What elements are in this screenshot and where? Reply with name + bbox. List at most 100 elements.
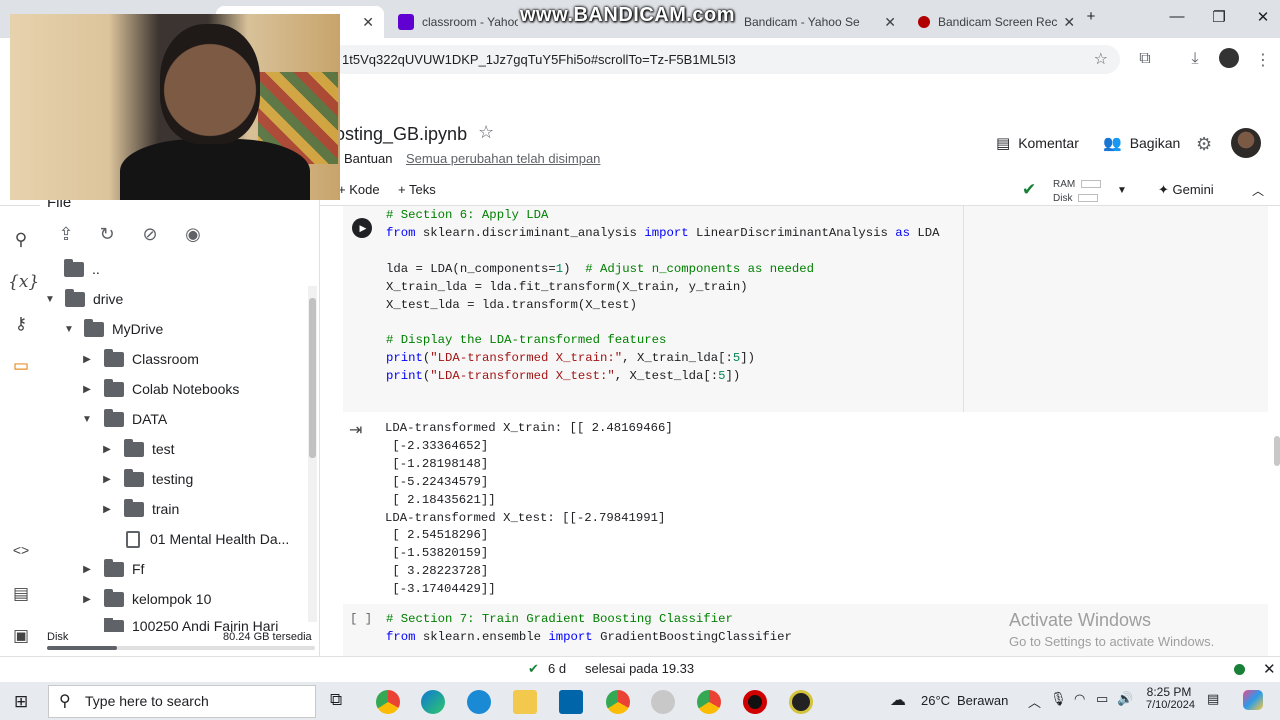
scrollbar-thumb[interactable] (309, 298, 316, 458)
notebook-title[interactable]: osting_GB.ipynb (335, 124, 467, 145)
tab-classroom-yahoo[interactable]: classroom - Yahoo Se (388, 6, 518, 38)
code-editor[interactable]: # Section 6: Apply LDA from sklearn.disc… (386, 207, 940, 386)
secrets-key-icon[interactable]: ⚷ (8, 314, 34, 334)
account-avatar[interactable] (1231, 128, 1261, 158)
tree-item-kelompok-10[interactable]: ▶ kelompok 10 (78, 584, 211, 614)
add-code-button[interactable]: + Kode (338, 182, 380, 197)
app-icon[interactable] (651, 690, 675, 714)
bookmark-star-icon[interactable]: ☆ (1094, 45, 1108, 74)
battery-icon[interactable]: ▭ (1096, 691, 1108, 707)
tree-item-data[interactable]: ▼ DATA (78, 404, 167, 434)
tree-item-ff[interactable]: ▶ Ff (78, 554, 144, 584)
share-button[interactable]: 👥 Bagikan (1103, 134, 1180, 152)
chrome-profile-app-icon[interactable] (697, 690, 721, 714)
settings-gear-icon[interactable]: ⚙ (1196, 134, 1212, 155)
chrome-active-app-icon[interactable] (606, 690, 630, 714)
tree-item-train[interactable]: ▶ train (98, 494, 179, 524)
close-status-icon[interactable]: ✕ (1263, 660, 1276, 678)
task-view-icon[interactable]: ⧉ (330, 690, 342, 710)
folder-icon (104, 558, 124, 577)
wifi-icon[interactable]: ◠ (1074, 691, 1085, 707)
minimize-icon[interactable]: — (1162, 8, 1192, 25)
show-hidden-icons-icon[interactable]: ︿ (1028, 692, 1041, 711)
person-face (160, 24, 260, 144)
tree-item-colab-notebooks[interactable]: ▶ Colab Notebooks (78, 374, 239, 404)
run-cell-play-icon[interactable]: ▶ (352, 218, 372, 238)
collapsed-arrow-icon[interactable]: ▶ (98, 504, 116, 515)
bandicam-app-icon[interactable] (743, 690, 767, 714)
taskbar-clock[interactable]: 8:25 PM 7/10/2024 (1146, 685, 1195, 711)
tree-item-test[interactable]: ▶ test (98, 434, 175, 464)
resource-monitor[interactable]: RAM Disk (1053, 178, 1102, 206)
close-window-icon[interactable]: ✕ (1248, 8, 1278, 26)
tree-item-parent[interactable]: .. (46, 254, 100, 284)
collapsed-arrow-icon[interactable]: ▶ (78, 354, 96, 365)
new-tab-icon[interactable]: + (1076, 8, 1106, 25)
code-snippets-icon[interactable]: <> (8, 542, 34, 558)
tab-bandicam-yahoo[interactable]: Bandicam - Yahoo Se ✕ (734, 6, 906, 38)
collapsed-arrow-icon[interactable]: ▶ (78, 564, 96, 575)
code-editor[interactable]: # Section 7: Train Gradient Boosting Cla… (386, 611, 792, 647)
expanded-arrow-icon[interactable]: ▼ (78, 414, 96, 425)
runtime-dropdown-icon[interactable]: ▼ (1117, 185, 1127, 196)
star-notebook-icon[interactable]: ☆ (478, 122, 494, 143)
code-cell-lda[interactable]: ▶ # Section 6: Apply LDA from sklearn.di… (343, 206, 1268, 412)
expanded-arrow-icon[interactable]: ▼ (41, 294, 59, 305)
tab-bandicam-screen-recorder[interactable]: Bandicam Screen Rec ✕ (908, 6, 1080, 38)
add-text-button[interactable]: + Teks (398, 182, 436, 197)
file-panel-scrollbar[interactable] (308, 286, 317, 622)
comment-button[interactable]: ▤ Komentar (996, 134, 1079, 152)
app-tray-icon[interactable] (1243, 690, 1263, 710)
profile-avatar[interactable] (1219, 48, 1239, 68)
weather-temperature[interactable]: 26°C (921, 693, 950, 708)
tree-item-drive[interactable]: ▼ drive (41, 284, 123, 314)
vscode-app-icon[interactable] (559, 690, 583, 714)
variables-icon[interactable]: {x} (8, 272, 39, 292)
maximize-icon[interactable]: ❐ (1204, 8, 1234, 26)
files-folder-icon[interactable]: ▭ (8, 356, 34, 376)
close-tab-icon[interactable]: ✕ (878, 14, 896, 31)
microphone-icon[interactable]: 🎙 (1050, 691, 1067, 707)
tree-item-mental-health-file[interactable]: 01 Mental Health Da... (98, 524, 289, 554)
collapse-header-icon[interactable]: ︿ (1252, 182, 1264, 199)
upload-file-icon[interactable]: ⇪ (55, 224, 77, 245)
tree-item-andi-fajrin[interactable]: 100250 Andi Fajrin Hari (78, 618, 278, 632)
windows-start-icon[interactable]: ⊞ (14, 692, 28, 712)
chrome-app-icon[interactable] (376, 690, 400, 714)
app-icon[interactable] (467, 690, 491, 714)
save-status[interactable]: Semua perubahan telah disimpan (406, 151, 600, 166)
taskbar-search-input[interactable]: ⚲ Type here to search (48, 685, 316, 718)
terminal-icon[interactable]: ▣ (8, 626, 34, 646)
collapsed-arrow-icon[interactable]: ▶ (98, 444, 116, 455)
close-tab-icon[interactable]: ✕ (1057, 14, 1075, 31)
weather-description[interactable]: Berawan (957, 693, 1008, 708)
app-icon[interactable] (789, 690, 813, 714)
extensions-icon[interactable]: ⧉ (1135, 50, 1155, 68)
expanded-arrow-icon[interactable]: ▼ (60, 324, 78, 335)
tree-item-classroom[interactable]: ▶ Classroom (78, 344, 199, 374)
notebook-scrollbar[interactable] (1274, 436, 1280, 466)
unmount-drive-icon[interactable]: ⊘ (139, 224, 161, 245)
search-icon[interactable]: ⚲ (8, 230, 34, 250)
close-tab-icon[interactable]: ✕ (356, 14, 374, 31)
notification-icon[interactable]: ▤ (1207, 691, 1219, 707)
command-palette-icon[interactable]: ▤ (8, 584, 34, 604)
tree-item-testing[interactable]: ▶ testing (98, 464, 193, 494)
edge-app-icon[interactable] (421, 690, 445, 714)
menu-help[interactable]: Bantuan (344, 151, 392, 166)
collapsed-arrow-icon[interactable]: ▶ (78, 594, 96, 605)
download-icon[interactable]: ⤓ (1185, 50, 1205, 68)
execution-duration[interactable]: 6 d (548, 661, 566, 676)
cell-execution-count[interactable]: [ ] (350, 611, 372, 629)
collapsed-arrow-icon[interactable]: ▶ (78, 384, 96, 395)
browser-menu-icon[interactable]: ⋮ (1253, 50, 1273, 70)
output-toggle-icon[interactable]: ⇥ (349, 420, 362, 440)
gemini-button[interactable]: ✦ Gemini (1158, 182, 1214, 198)
file-explorer-icon[interactable] (513, 690, 537, 714)
address-bar[interactable]: 1t5Vq322qUVUW1DKP_1Jz7gqTuY5Fhi5o#scroll… (330, 45, 1120, 74)
collapsed-arrow-icon[interactable]: ▶ (98, 474, 116, 485)
tree-item-mydrive[interactable]: ▼ MyDrive (60, 314, 163, 344)
refresh-icon[interactable]: ↻ (96, 224, 118, 245)
hide-files-icon[interactable]: ◉ (182, 224, 204, 245)
volume-icon[interactable]: 🔊 (1117, 691, 1133, 707)
